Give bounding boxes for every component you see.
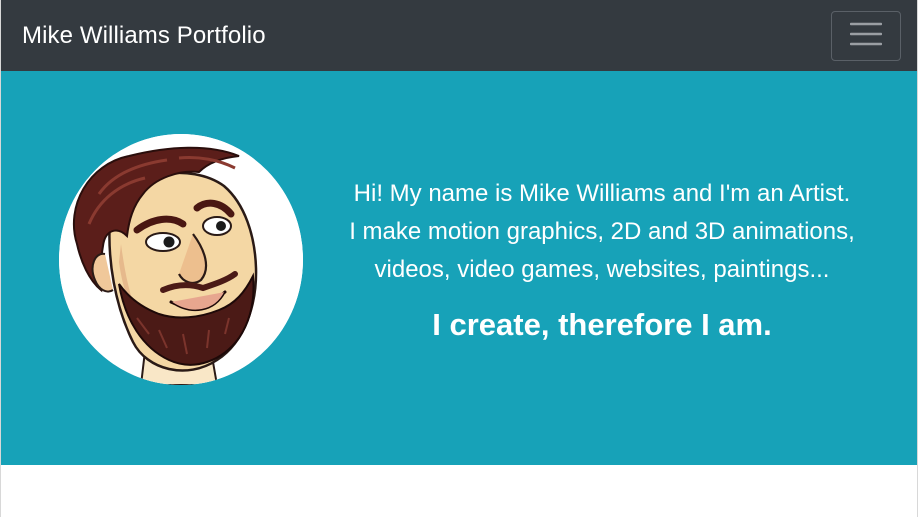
- menu-toggle-button[interactable]: [831, 10, 901, 61]
- caricature-portrait: [59, 134, 303, 385]
- page: Mike Williams Portfolio Hi! My name is M…: [0, 0, 918, 517]
- hamburger-menu-icon: [849, 21, 883, 50]
- intro-text-block: Hi! My name is Mike Williams and I'm an …: [323, 175, 881, 345]
- brand-link[interactable]: Mike Williams Portfolio: [22, 22, 266, 50]
- content-area: [1, 465, 917, 517]
- hero-section: Hi! My name is Mike Williams and I'm an …: [1, 71, 917, 465]
- avatar: [59, 134, 303, 385]
- intro-line: videos, video games, websites, paintings…: [374, 256, 830, 283]
- intro-line: I make motion graphics, 2D and 3D animat…: [349, 218, 855, 245]
- navbar: Mike Williams Portfolio: [1, 0, 917, 71]
- intro-line: Hi! My name is Mike Williams and I'm an …: [353, 180, 851, 207]
- tagline: I create, therefore I am.: [432, 307, 772, 342]
